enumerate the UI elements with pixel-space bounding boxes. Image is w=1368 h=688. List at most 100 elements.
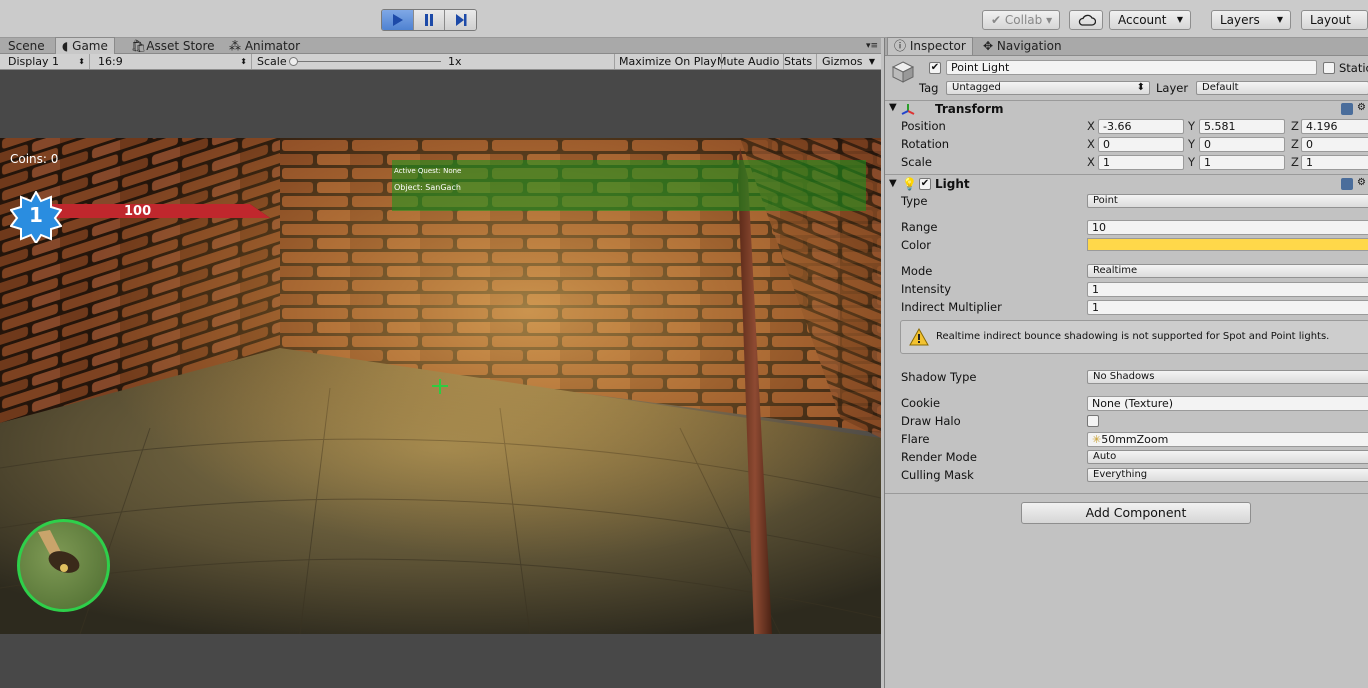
layer-value: Default — [1202, 82, 1239, 93]
rotation-x-field[interactable]: 0 — [1098, 137, 1184, 152]
object-name-field[interactable]: Point Light — [946, 60, 1317, 75]
flare-field[interactable]: ✳50mmZoom — [1087, 432, 1368, 447]
tab-scene[interactable]: Scene — [2, 38, 51, 54]
tab-label: Game — [72, 39, 108, 53]
culling-mask-dropdown[interactable]: Everything — [1087, 468, 1368, 482]
type-dropdown[interactable]: Point — [1087, 194, 1368, 208]
stats-toggle[interactable]: Stats — [780, 54, 818, 69]
mute-audio-toggle[interactable]: Mute Audio — [713, 54, 785, 69]
add-component-button[interactable]: Add Component — [1021, 502, 1251, 524]
shadow-type-label: Shadow Type — [901, 370, 977, 384]
cloud-button[interactable] — [1069, 10, 1103, 30]
flare-value: 50mmZoom — [1101, 433, 1169, 446]
maximize-on-play-toggle[interactable]: Maximize On Play — [614, 54, 722, 69]
pause-button[interactable] — [413, 10, 446, 30]
account-dropdown[interactable]: Account ▼ — [1109, 10, 1191, 30]
stats-label: Stats — [784, 55, 813, 68]
tab-animator[interactable]: ⁂ Animator — [223, 38, 306, 54]
axis-z-label: Z — [1291, 119, 1299, 133]
scale-x-field[interactable]: 1 — [1098, 155, 1184, 170]
axis-y-label: Y — [1188, 155, 1196, 169]
help-book-icon[interactable] — [1341, 178, 1353, 190]
tab-inspector[interactable]: ⓘ Inspector — [887, 37, 973, 55]
inspector-tabs: ⓘ Inspector ✥ Navigation — [885, 37, 1368, 56]
active-checkbox[interactable]: ✔ — [929, 62, 941, 74]
mode-dropdown[interactable]: Realtime — [1087, 264, 1368, 278]
scale-track — [293, 61, 441, 62]
display-dropdown[interactable]: Display 1 ⬍ — [4, 54, 90, 69]
indirect-multiplier-label: Indirect Multiplier — [901, 300, 1002, 314]
axis-x-label: X — [1087, 119, 1095, 133]
intensity-label: Intensity — [901, 282, 952, 296]
dropdown-arrow-icon: ▼ — [1176, 15, 1183, 24]
rotation-y-field[interactable]: 0 — [1199, 137, 1285, 152]
tab-label: Inspector — [909, 39, 966, 53]
gizmos-dropdown[interactable]: Gizmos ▼ — [818, 54, 881, 69]
health-value: 100 — [124, 204, 152, 219]
foldout-arrow-icon[interactable]: ▼ — [889, 102, 897, 113]
foldout-arrow-icon[interactable]: ▼ — [889, 178, 897, 189]
cookie-label: Cookie — [901, 396, 941, 410]
inspector-panel: ⓘ Inspector ✥ Navigation ✔ Point Light S… — [884, 37, 1368, 688]
tab-asset-store[interactable]: 🛍Asset Store — [125, 38, 221, 54]
position-y-field[interactable]: 5.581 — [1199, 119, 1285, 134]
maximize-label: Maximize On Play — [619, 55, 717, 68]
tab-navigation[interactable]: ✥ Navigation — [977, 38, 1068, 54]
draw-halo-checkbox[interactable] — [1087, 415, 1099, 427]
tag-dropdown[interactable]: Untagged ⬍ — [946, 81, 1150, 95]
play-button[interactable] — [382, 10, 414, 30]
quest-object-text: Object: SanGach — [394, 183, 461, 192]
scale-y-field[interactable]: 1 — [1199, 155, 1285, 170]
aspect-dropdown[interactable]: 16:9 ⬍ — [94, 54, 252, 69]
pause-icon — [425, 14, 433, 26]
dropdown-arrow-icon: ▼ — [868, 57, 875, 66]
cookie-field[interactable]: None (Texture) — [1087, 396, 1368, 411]
help-book-icon[interactable] — [1341, 103, 1353, 115]
range-field[interactable]: 10 — [1087, 220, 1368, 235]
settings-gear-icon[interactable]: ⚙ — [1357, 177, 1366, 188]
account-label: Account — [1118, 13, 1167, 27]
axis-x-label: X — [1087, 137, 1095, 151]
warning-box: Realtime indirect bounce shadowing is no… — [900, 320, 1368, 354]
intensity-field[interactable]: 1 — [1087, 282, 1368, 297]
static-checkbox[interactable] — [1323, 62, 1335, 74]
scale-label: Scale — [901, 155, 932, 169]
play-controls — [381, 9, 477, 31]
layers-dropdown[interactable]: Layers ▼ — [1211, 10, 1291, 30]
indirect-multiplier-field[interactable]: 1 — [1087, 300, 1368, 315]
render-mode-dropdown[interactable]: Auto — [1087, 450, 1368, 464]
check-icon: ✔ — [991, 13, 1002, 27]
tab-game[interactable]: ◖ Game — [55, 37, 115, 55]
flare-label: Flare — [901, 432, 930, 446]
light-enabled-checkbox[interactable]: ✔ — [919, 178, 931, 190]
panel-menu-icon[interactable]: ▾≡ — [860, 38, 884, 54]
render-mode-label: Render Mode — [901, 450, 977, 464]
minimap[interactable] — [17, 519, 110, 612]
step-button[interactable] — [445, 10, 476, 30]
axis-y-label: Y — [1188, 119, 1196, 133]
axis-z-label: Z — [1291, 155, 1299, 169]
position-z-field[interactable]: 4.196 — [1301, 119, 1368, 134]
scale-z-field[interactable]: 1 — [1301, 155, 1368, 170]
active-quest-text: Active Quest: None — [394, 167, 462, 175]
divider — [885, 174, 1368, 175]
collab-button[interactable]: ✔ Collab ▾ — [982, 10, 1060, 30]
tab-label: Navigation — [996, 39, 1062, 53]
scale-slider-handle[interactable] — [289, 57, 298, 66]
editor-tabs: Scene ◖ Game 🛍Asset Store ⁂ Animator ▾≡ — [0, 37, 884, 55]
scale-value: 1x — [448, 55, 462, 68]
position-x-field[interactable]: -3.66 — [1098, 119, 1184, 134]
rotation-z-field[interactable]: 0 — [1301, 137, 1368, 152]
aspect-label: 16:9 — [98, 55, 123, 68]
shadow-type-dropdown[interactable]: No Shadows — [1087, 370, 1368, 384]
static-label: Static — [1339, 61, 1368, 75]
color-swatch[interactable] — [1087, 238, 1368, 251]
layout-dropdown[interactable]: Layout — [1301, 10, 1368, 30]
game-viewport[interactable]: Coins: 0 100 1 Active Quest: None Object… — [0, 138, 881, 634]
bag-icon: 🛍 — [131, 39, 147, 53]
range-label: Range — [901, 220, 938, 234]
settings-gear-icon[interactable]: ⚙ — [1357, 102, 1366, 113]
game-panel: Scene ◖ Game 🛍Asset Store ⁂ Animator ▾≡ … — [0, 37, 884, 688]
layer-dropdown[interactable]: Default — [1196, 81, 1368, 95]
warning-text: Realtime indirect bounce shadowing is no… — [936, 331, 1330, 342]
